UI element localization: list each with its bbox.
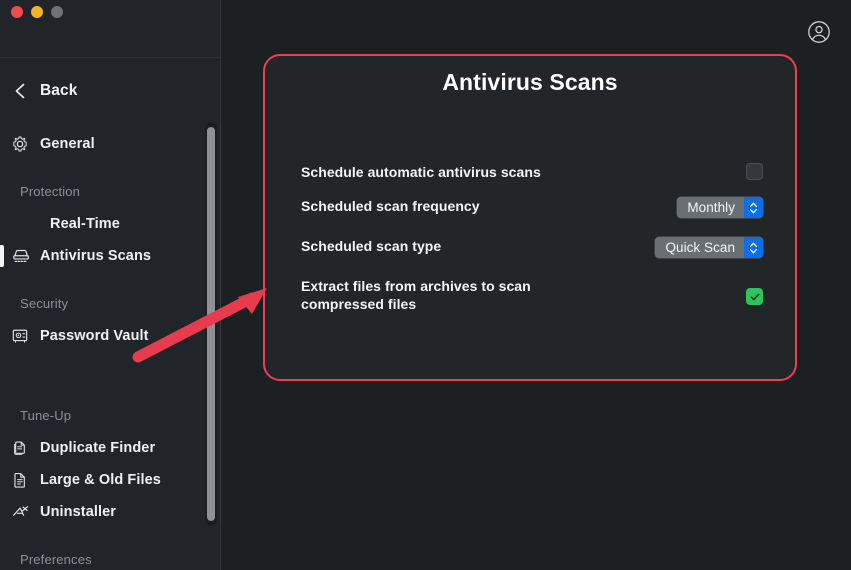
sidebar: Back General Protection Real-Time Antivi… xyxy=(0,0,220,570)
window-titlebar xyxy=(0,0,220,58)
sidebar-item-uninstaller[interactable]: Uninstaller xyxy=(0,497,220,527)
setting-control: Monthly xyxy=(677,197,763,218)
extract-archives-checkbox[interactable] xyxy=(746,288,763,305)
page-title: Antivirus Scans xyxy=(442,69,618,95)
schedule-automatic-scans-checkbox[interactable] xyxy=(746,163,763,180)
sidebar-group-protection: Protection xyxy=(20,184,81,199)
safe-icon xyxy=(0,327,40,345)
duplicate-files-icon xyxy=(0,439,40,457)
sidebar-item-label: General xyxy=(40,136,95,152)
setting-control xyxy=(746,163,763,180)
setting-label: Scheduled scan frequency xyxy=(301,198,480,214)
sidebar-item-label: Antivirus Scans xyxy=(40,248,152,264)
window-controls xyxy=(11,6,63,18)
sidebar-item-label: Large & Old Files xyxy=(40,472,161,488)
setting-control xyxy=(746,277,763,305)
sidebar-item-real-time[interactable]: Real-Time xyxy=(0,209,220,239)
back-button[interactable]: Back xyxy=(0,74,220,108)
back-label: Back xyxy=(40,82,78,99)
sidebar-group-preferences: Preferences xyxy=(20,552,92,567)
app-window: Back General Protection Real-Time Antivi… xyxy=(0,0,851,570)
scan-type-select[interactable]: Quick Scan xyxy=(655,237,763,258)
gear-icon xyxy=(0,135,40,153)
setting-control: Quick Scan xyxy=(655,237,763,258)
setting-row-scan-type: Scheduled scan type Quick Scan xyxy=(301,237,763,258)
sidebar-divider xyxy=(220,0,221,570)
scanner-icon xyxy=(0,247,40,265)
sidebar-item-label: Real-Time xyxy=(50,216,120,232)
sidebar-item-password-vault[interactable]: Password Vault xyxy=(0,321,220,351)
sidebar-group-security: Security xyxy=(20,296,69,311)
setting-row-scan-frequency: Scheduled scan frequency Monthly xyxy=(301,197,763,218)
chevron-updown-icon xyxy=(744,237,763,258)
uninstall-icon xyxy=(0,503,40,521)
minimize-window-button[interactable] xyxy=(31,6,43,18)
document-icon xyxy=(0,471,40,489)
zoom-window-button[interactable] xyxy=(51,6,63,18)
user-circle-icon[interactable] xyxy=(807,20,831,44)
sidebar-item-label: Uninstaller xyxy=(40,504,117,520)
sidebar-item-antivirus-scans[interactable]: Antivirus Scans xyxy=(0,241,220,271)
scan-frequency-select[interactable]: Monthly xyxy=(677,197,763,218)
sidebar-item-duplicate-finder[interactable]: Duplicate Finder xyxy=(0,433,220,463)
sidebar-scrollbar-thumb[interactable] xyxy=(207,127,215,521)
sidebar-group-tune-up: Tune-Up xyxy=(20,408,72,423)
setting-label: Extract files from archives to scan comp… xyxy=(301,278,531,312)
sidebar-item-label: Duplicate Finder xyxy=(40,440,156,456)
sidebar-item-large-and-old-files[interactable]: Large & Old Files xyxy=(0,465,220,495)
sidebar-item-general[interactable]: General xyxy=(0,129,220,159)
sidebar-item-label: Password Vault xyxy=(40,328,149,344)
close-window-button[interactable] xyxy=(11,6,23,18)
scan-frequency-value: Monthly xyxy=(687,200,735,215)
chevron-left-icon xyxy=(0,82,40,100)
setting-label: Scheduled scan type xyxy=(301,238,442,254)
setting-row-schedule-automatic-scans: Schedule automatic antivirus scans xyxy=(301,163,763,181)
antivirus-scans-panel: Antivirus Scans Schedule automatic antiv… xyxy=(263,54,797,381)
scan-type-value: Quick Scan xyxy=(665,240,735,255)
chevron-updown-icon xyxy=(744,197,763,218)
setting-label: Schedule automatic antivirus scans xyxy=(301,164,541,180)
setting-row-extract-archives: Extract files from archives to scan comp… xyxy=(301,277,763,313)
